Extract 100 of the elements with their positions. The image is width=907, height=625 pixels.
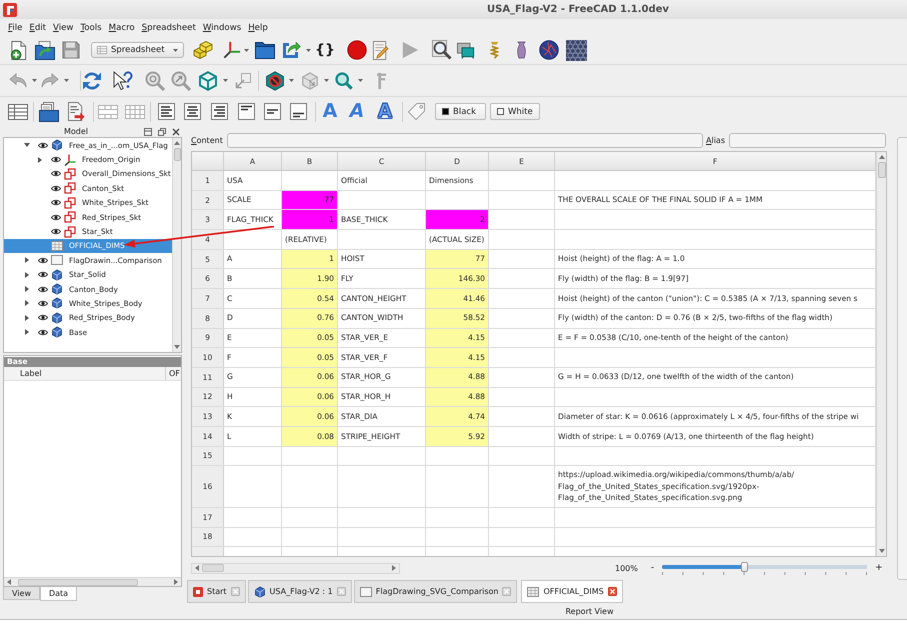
refresh-icon[interactable] (82, 70, 102, 90)
scrollbar-thumb[interactable] (174, 148, 180, 161)
eye-icon[interactable] (51, 156, 61, 164)
redo-icon[interactable] (41, 72, 59, 90)
screen-icon[interactable] (457, 41, 475, 59)
menu-item[interactable]: View (53, 22, 74, 32)
bold-button[interactable]: A (322, 102, 338, 121)
caret-icon[interactable] (244, 48, 249, 52)
split-cells-icon[interactable] (125, 104, 145, 118)
zoom-selection-icon[interactable] (171, 70, 191, 90)
scroll-up-icon[interactable] (878, 155, 884, 159)
page-pencil-icon[interactable] (370, 40, 390, 60)
eye-icon[interactable] (38, 286, 48, 293)
expand-arrow-icon[interactable] (38, 156, 42, 163)
expand-arrow-icon[interactable] (24, 272, 28, 278)
caret-icon[interactable] (358, 79, 363, 82)
eye-icon[interactable] (51, 228, 61, 236)
folder-icon[interactable] (255, 40, 275, 60)
cube-icon[interactable] (198, 70, 218, 90)
scroll-left-icon[interactable] (7, 579, 11, 585)
eye-icon[interactable] (38, 256, 48, 264)
scrollbar[interactable] (191, 562, 400, 574)
document-tab[interactable]: FlagDrawing_SVG_Comparison (354, 580, 518, 603)
eye-icon[interactable] (38, 300, 48, 307)
alias-field[interactable] (729, 132, 886, 148)
align-middle-icon[interactable] (264, 103, 281, 120)
italic-button[interactable]: A (350, 102, 364, 121)
scrollbar[interactable] (172, 138, 181, 352)
text-color-button[interactable]: Black (435, 103, 486, 120)
caret-icon[interactable] (173, 48, 178, 52)
menu-item[interactable]: Edit (29, 22, 46, 32)
menu-item[interactable]: Help (248, 22, 268, 32)
document-tab[interactable]: Start (187, 580, 246, 603)
property-row[interactable]: Label OF (4, 367, 181, 381)
vase-icon[interactable] (516, 41, 526, 59)
restore-icon[interactable] (158, 128, 166, 136)
expand-arrow-icon[interactable] (24, 286, 28, 292)
magnifier-icon[interactable] (335, 72, 353, 90)
scroll-up-icon[interactable] (174, 141, 180, 145)
menu-item[interactable]: Tools (80, 22, 102, 32)
scrollbar-thumb[interactable] (202, 564, 224, 572)
braces-button[interactable]: {} (315, 43, 335, 57)
align-left-icon[interactable] (158, 103, 175, 120)
tag-icon[interactable] (408, 103, 425, 120)
panel-tab[interactable]: Data (40, 587, 78, 601)
content-field[interactable] (227, 132, 703, 148)
align-top-icon[interactable] (238, 103, 255, 120)
record-icon[interactable] (347, 40, 367, 60)
expand-arrow-icon[interactable] (24, 257, 28, 264)
zoom-in-button[interactable]: + (875, 563, 883, 573)
new-document-icon[interactable] (8, 40, 28, 60)
align-center-icon[interactable] (184, 103, 201, 120)
panel-tab[interactable]: View (3, 587, 40, 600)
scrollbar[interactable] (4, 577, 181, 586)
hexagon-grid-icon[interactable] (566, 40, 587, 60)
spreadsheet-icon[interactable] (8, 104, 28, 120)
share-arrow-icon[interactable] (281, 40, 301, 60)
menu-item[interactable]: Macro (108, 22, 135, 32)
menu-item[interactable]: File (8, 22, 22, 32)
scroll-right-icon[interactable] (174, 579, 178, 585)
eye-icon[interactable] (38, 328, 48, 336)
expand-arrow-icon[interactable] (24, 300, 28, 306)
zoom-fit-icon[interactable] (145, 70, 165, 90)
scroll-right-icon[interactable] (392, 565, 396, 571)
help-pointer-icon[interactable] (113, 70, 133, 90)
eye-icon[interactable] (38, 142, 48, 149)
scrollbar-thumb[interactable] (878, 162, 886, 178)
close-icon[interactable] (172, 128, 180, 136)
undo-icon[interactable] (9, 72, 27, 90)
box-icon[interactable] (301, 72, 319, 90)
eye-icon[interactable] (51, 214, 61, 221)
eye-icon[interactable] (38, 271, 48, 278)
close-icon[interactable] (608, 587, 617, 596)
save-icon[interactable] (62, 41, 80, 59)
document-tab[interactable]: OFFICIAL_DIMS (521, 580, 623, 603)
blocks-icon[interactable] (193, 41, 213, 59)
align-right-icon[interactable] (211, 103, 228, 120)
merge-cells-icon[interactable] (98, 104, 118, 118)
eye-icon[interactable] (38, 314, 48, 322)
import-icon[interactable] (39, 102, 59, 122)
magnifier-icon[interactable] (432, 40, 452, 60)
scroll-down-icon[interactable] (174, 345, 180, 349)
text-color-button[interactable]: White (490, 103, 540, 120)
expand-arrow-icon[interactable] (24, 314, 28, 321)
document-tab[interactable]: USA_Flag-V2 : 1 (248, 580, 352, 603)
expand-arrow-icon[interactable] (24, 143, 30, 148)
no-sign-icon[interactable] (265, 70, 285, 90)
caret-icon[interactable] (64, 79, 69, 82)
scroll-left-icon[interactable] (195, 565, 199, 571)
export-icon[interactable] (68, 102, 85, 121)
eye-icon[interactable] (51, 199, 61, 206)
caret-icon[interactable] (223, 79, 228, 82)
scroll-down-icon[interactable] (878, 549, 884, 553)
expand-arrow-icon[interactable] (24, 329, 28, 336)
caret-icon[interactable] (306, 48, 311, 52)
align-bottom-icon[interactable] (290, 103, 307, 120)
menu-item[interactable]: Spreadsheet (142, 22, 196, 32)
float-icon[interactable] (144, 128, 152, 136)
scrollbar-thumb[interactable] (18, 578, 138, 586)
axes-icon[interactable] (223, 41, 241, 59)
